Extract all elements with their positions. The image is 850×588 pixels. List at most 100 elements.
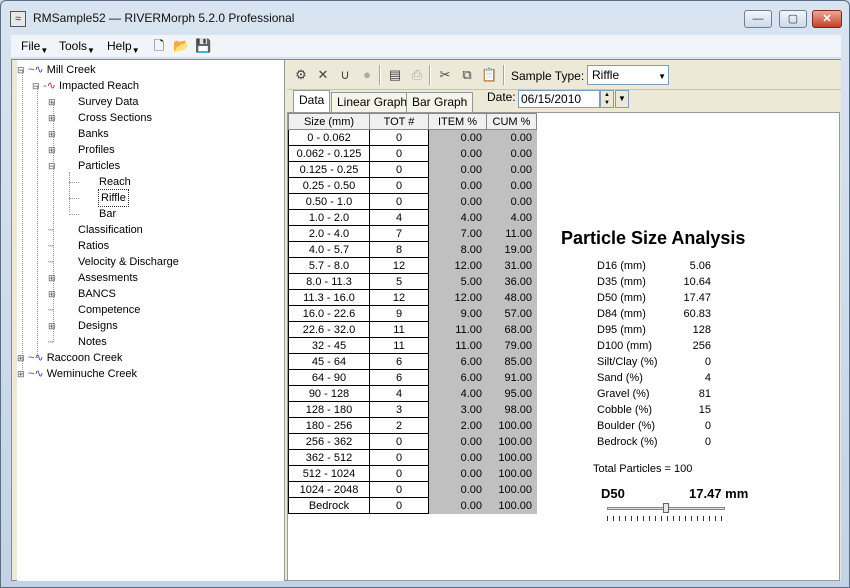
- cell-tot[interactable]: 5: [369, 273, 429, 290]
- tree-item-competence[interactable]: ┄ Competence: [48, 302, 140, 318]
- maximize-button[interactable]: ▢: [779, 10, 807, 28]
- tree-item-notes[interactable]: ┄ Notes: [48, 334, 107, 350]
- stone-icon[interactable]: ●: [359, 67, 375, 83]
- tree-item-designs[interactable]: ⊞ Designs: [48, 318, 118, 334]
- cell-tot[interactable]: 0: [369, 145, 429, 162]
- tree-item-particles[interactable]: ⊟ Particles: [48, 158, 120, 174]
- collapse-icon[interactable]: ⊟: [17, 62, 25, 78]
- column-header-cum[interactable]: CUM %: [486, 113, 537, 130]
- cell-tot[interactable]: 4: [369, 385, 429, 402]
- expand-icon[interactable]: ⊞: [48, 286, 56, 302]
- delete-icon[interactable]: ✕: [315, 67, 331, 83]
- tree-item-velocity[interactable]: ┄ Velocity & Discharge: [48, 254, 179, 270]
- cell-size[interactable]: 64 - 90: [288, 369, 370, 386]
- tree-item-survey-data[interactable]: ⊞ Survey Data: [48, 94, 139, 110]
- cell-size[interactable]: 22.6 - 32.0: [288, 321, 370, 338]
- save-icon[interactable]: 💾: [195, 38, 211, 54]
- cell-tot[interactable]: 0: [369, 465, 429, 482]
- cell-tot[interactable]: 12: [369, 289, 429, 306]
- cell-tot[interactable]: 0: [369, 497, 429, 514]
- tree-item-cross-sections[interactable]: ⊞ Cross Sections: [48, 110, 152, 126]
- cell-size[interactable]: 2.0 - 4.0: [288, 225, 370, 242]
- date-input[interactable]: 06/15/2010: [518, 90, 600, 108]
- cell-tot[interactable]: 0: [369, 193, 429, 210]
- cell-size[interactable]: 0 - 0.062: [288, 129, 370, 146]
- cell-size[interactable]: 32 - 45: [288, 337, 370, 354]
- tree-item-ratios[interactable]: ┄ Ratios: [48, 238, 109, 254]
- tree-item-classification[interactable]: ┄ Classification: [48, 222, 143, 238]
- tree-item-reach[interactable]: ⊟ -∿ Impacted Reach: [32, 78, 139, 94]
- cell-tot[interactable]: 6: [369, 353, 429, 370]
- expand-icon[interactable]: ⊞: [17, 366, 25, 382]
- new-file-icon[interactable]: 🗋: [151, 38, 167, 54]
- cell-tot[interactable]: 6: [369, 369, 429, 386]
- minimize-button[interactable]: —: [744, 10, 772, 28]
- copy-icon[interactable]: ⧉: [459, 67, 475, 83]
- cell-size[interactable]: 0.50 - 1.0: [288, 193, 370, 210]
- cell-tot[interactable]: 0: [369, 129, 429, 146]
- cell-size[interactable]: 362 - 512: [288, 449, 370, 466]
- date-dropdown-button[interactable]: ▼: [615, 90, 629, 108]
- title-bar[interactable]: ≈ RMSample52 — RIVERMorph 5.2.0 Professi…: [1, 1, 849, 35]
- expand-icon[interactable]: ⊞: [48, 94, 56, 110]
- particle-data-table[interactable]: Size (mm) TOT # ITEM % CUM % 0 - 0.062 0 0…: [288, 113, 537, 514]
- cell-tot[interactable]: 0: [369, 161, 429, 178]
- expand-icon[interactable]: ⊞: [17, 350, 25, 366]
- column-header-tot[interactable]: TOT #: [369, 113, 429, 130]
- paste-icon[interactable]: 📋: [481, 67, 497, 83]
- cell-tot[interactable]: 9: [369, 305, 429, 322]
- open-folder-icon[interactable]: 📂: [173, 38, 189, 54]
- cell-tot[interactable]: 3: [369, 401, 429, 418]
- cell-size[interactable]: 45 - 64: [288, 353, 370, 370]
- cell-tot[interactable]: 2: [369, 417, 429, 434]
- tab-data[interactable]: Data: [293, 90, 331, 112]
- cell-tot[interactable]: 4: [369, 209, 429, 226]
- cut-icon[interactable]: ✂: [437, 67, 453, 83]
- tree-item-bar[interactable]: Bar: [99, 206, 116, 222]
- collapse-icon[interactable]: ⊟: [32, 78, 40, 94]
- app-icon[interactable]: ≈: [10, 11, 26, 27]
- cell-size[interactable]: 1024 - 2048: [288, 481, 370, 498]
- tree-item-weminuche-creek[interactable]: ⊞ ~∿ Weminuche Creek: [17, 366, 137, 382]
- menu-file[interactable]: File▼: [21, 39, 48, 55]
- cell-tot[interactable]: 7: [369, 225, 429, 242]
- cell-size[interactable]: 180 - 256: [288, 417, 370, 434]
- cell-tot[interactable]: 12: [369, 257, 429, 274]
- tree-item-reach-sample[interactable]: Reach: [99, 174, 131, 190]
- cell-size[interactable]: 0.062 - 0.125: [288, 145, 370, 162]
- expand-icon[interactable]: ⊞: [48, 110, 56, 126]
- expand-icon[interactable]: ⊞: [48, 126, 56, 142]
- tree-item-bancs[interactable]: ⊞ BANCS: [48, 286, 116, 302]
- cell-size[interactable]: 0.125 - 0.25: [288, 161, 370, 178]
- curve-icon[interactable]: ∪: [337, 67, 353, 83]
- cell-tot[interactable]: 0: [369, 449, 429, 466]
- report-icon[interactable]: ▤: [387, 67, 403, 83]
- print-icon[interactable]: ⎙: [409, 67, 425, 83]
- cell-size[interactable]: 11.3 - 16.0: [288, 289, 370, 306]
- cell-size[interactable]: 8.0 - 11.3: [288, 273, 370, 290]
- cell-size[interactable]: 0.25 - 0.50: [288, 177, 370, 194]
- expand-icon[interactable]: ⊞: [48, 318, 56, 334]
- cell-tot[interactable]: 0: [369, 433, 429, 450]
- d50-slider-thumb[interactable]: [663, 503, 669, 513]
- cell-size[interactable]: 1.0 - 2.0: [288, 209, 370, 226]
- expand-icon[interactable]: ⊞: [48, 142, 56, 158]
- tree-item-profiles[interactable]: ⊞ Profiles: [48, 142, 115, 158]
- cell-tot[interactable]: 11: [369, 337, 429, 354]
- tree-item-banks[interactable]: ⊞ Banks: [48, 126, 109, 142]
- project-tree[interactable]: ⊟ ~∿ Mill Creek ⊟ -∿ Impacted Reach ⊞ Sur…: [17, 60, 285, 581]
- cell-size[interactable]: 16.0 - 22.6: [288, 305, 370, 322]
- cell-size[interactable]: 256 - 362: [288, 433, 370, 450]
- expand-icon[interactable]: ⊞: [48, 270, 56, 286]
- tree-item-assesments[interactable]: ⊞ Assesments: [48, 270, 138, 286]
- cell-size[interactable]: Bedrock: [288, 497, 370, 514]
- tab-linear-graph[interactable]: Linear Graph: [331, 92, 414, 112]
- calculate-icon[interactable]: ⚙: [293, 67, 309, 83]
- chevron-down-icon[interactable]: ▼: [658, 68, 666, 86]
- cell-tot[interactable]: 8: [369, 241, 429, 258]
- cell-size[interactable]: 5.7 - 8.0: [288, 257, 370, 274]
- menu-help[interactable]: Help▼: [107, 39, 140, 55]
- column-header-item[interactable]: ITEM %: [428, 113, 487, 130]
- column-header-size[interactable]: Size (mm): [288, 113, 370, 130]
- cell-size[interactable]: 4.0 - 5.7: [288, 241, 370, 258]
